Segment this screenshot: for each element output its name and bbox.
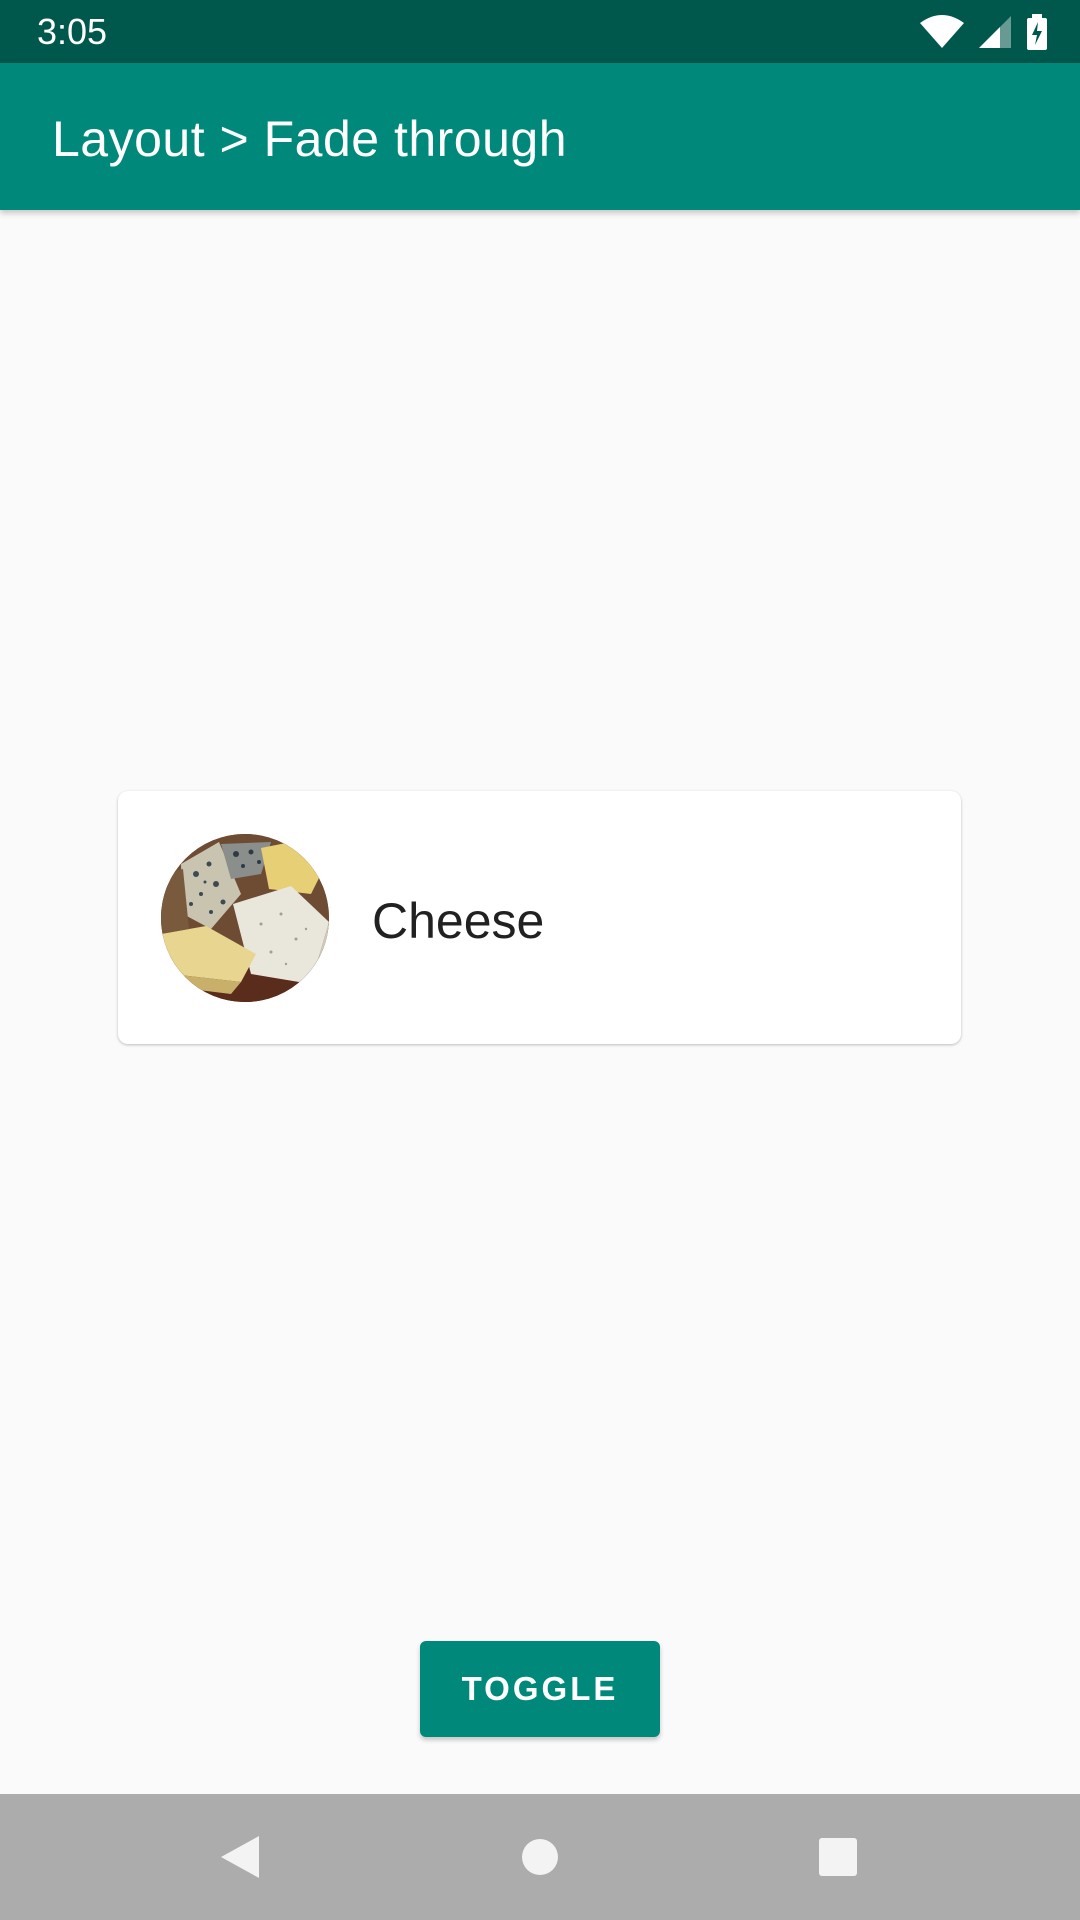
back-icon[interactable] [215, 1832, 265, 1882]
card-label: Cheese [372, 893, 545, 949]
status-bar: 3:05 [0, 0, 1080, 63]
battery-charging-icon [1026, 14, 1048, 50]
cheese-image [161, 834, 329, 1002]
app-bar: Layout > Fade through [0, 63, 1080, 210]
navigation-bar [0, 1794, 1080, 1920]
recents-icon[interactable] [813, 1832, 863, 1882]
toggle-button[interactable]: TOGGLE [420, 1641, 660, 1737]
screen: 3:05 Layout > Fade through Cheese TOGGLE [0, 0, 1080, 1920]
page-title: Layout > Fade through [52, 111, 568, 167]
wifi-icon [920, 15, 964, 49]
status-icons [920, 14, 1048, 50]
cheese-card[interactable]: Cheese [118, 791, 961, 1044]
status-time: 3:05 [37, 11, 108, 52]
home-icon[interactable] [515, 1832, 565, 1882]
cellular-signal-icon [978, 15, 1012, 49]
